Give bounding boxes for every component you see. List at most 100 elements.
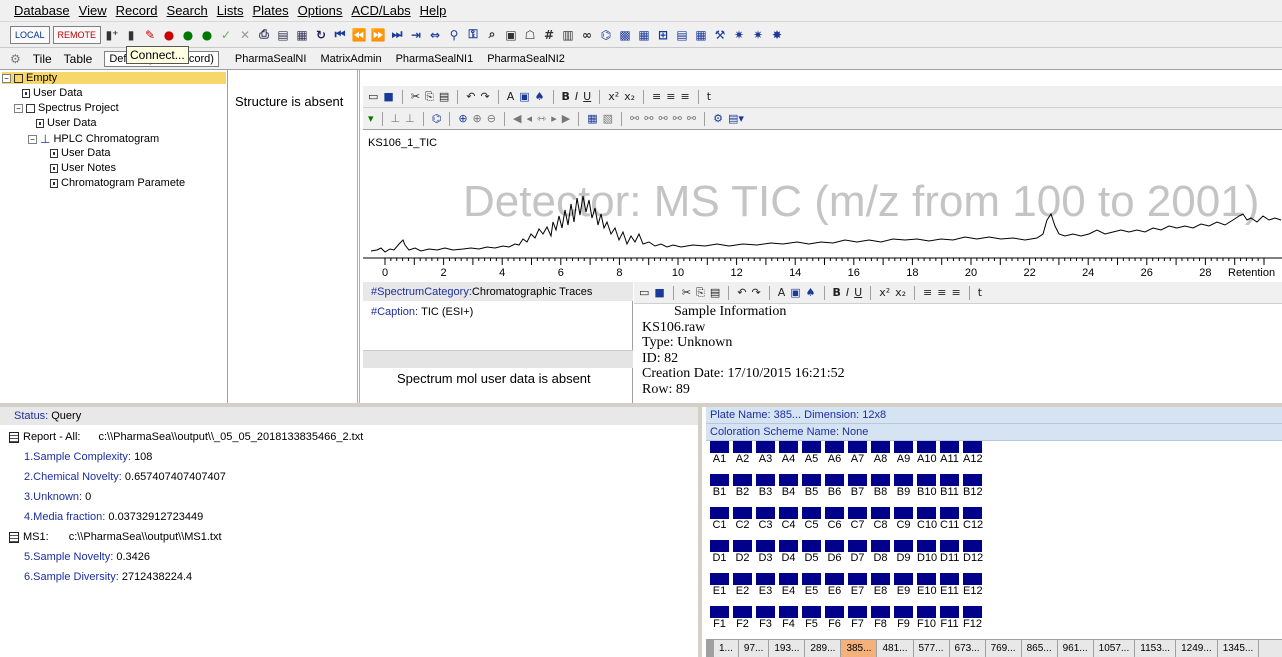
zoom-out-icon[interactable]: ⊖ [487, 112, 496, 125]
plate-well[interactable]: C8 [871, 507, 890, 531]
plate-well[interactable]: D10 [917, 540, 937, 564]
scroll-left-icon[interactable]: ◂ [526, 112, 532, 125]
align-right-icon[interactable]: ≡ [680, 90, 689, 103]
plate-well[interactable]: C1 [710, 507, 729, 531]
plate-page-tab[interactable]: 769... [986, 640, 1022, 657]
plate-well[interactable]: E6 [825, 573, 844, 597]
plate-well[interactable]: B10 [917, 474, 937, 498]
menu-options[interactable]: Options [298, 3, 343, 18]
menu-record[interactable]: Record [116, 3, 158, 18]
plate-well[interactable]: E9 [894, 573, 913, 597]
menu-search[interactable]: Search [167, 3, 208, 18]
underline-icon[interactable]: U [583, 90, 591, 103]
tree-node-root[interactable]: − Empty [2, 72, 226, 84]
image-icon[interactable]: ▩ [617, 27, 633, 43]
copy-record-icon[interactable]: ▮ [123, 27, 139, 43]
plate-well[interactable]: E3 [756, 573, 775, 597]
filter-icon[interactable]: ⚲ [446, 27, 462, 43]
plate-well[interactable]: A5 [802, 441, 821, 465]
plate-well[interactable]: F5 [802, 606, 821, 630]
form-icon[interactable]: ▦ [693, 27, 709, 43]
align-right-icon[interactable]: ≡ [951, 286, 960, 299]
report-all-row[interactable]: Report - All: c:\\PharmaSea\\output\\_05… [0, 431, 363, 443]
edit-record-icon[interactable]: ✎ [142, 27, 158, 43]
export-icon[interactable]: ▦ [294, 27, 310, 43]
plate-well[interactable]: E8 [871, 573, 890, 597]
report-item-chemical-novelty[interactable]: 2.Chemical Novelty: 0.657407407407407 [24, 471, 226, 483]
scroll-right-icon[interactable]: ▸ [551, 112, 557, 125]
plate-well[interactable]: D12 [963, 540, 983, 564]
cancel-icon[interactable]: ✕ [237, 27, 253, 43]
insert-icon[interactable]: ▣ [519, 90, 529, 103]
bold-icon[interactable]: B [833, 286, 841, 299]
underline-icon[interactable]: U [854, 286, 862, 299]
format-icon[interactable]: t [978, 286, 982, 299]
form-tab-pharmasealni[interactable]: PharmaSealNI [235, 53, 307, 65]
menu-plates[interactable]: Plates [252, 3, 288, 18]
plate-page-tab[interactable]: 865... [1022, 640, 1058, 657]
plate-page-tab[interactable]: 1057... [1094, 640, 1136, 657]
tab-tile[interactable]: Tile [33, 52, 52, 66]
plate-well[interactable]: D11 [940, 540, 959, 564]
tree-node-chromatogram-parameters[interactable]: Chromatogram Paramete [50, 177, 185, 189]
plate-well[interactable]: A3 [756, 441, 775, 465]
font-icon[interactable]: A [778, 286, 786, 299]
plate-well[interactable]: F6 [825, 606, 844, 630]
structure-icon[interactable]: ⌬ [598, 27, 614, 43]
new-record-icon[interactable]: ▮⁺ [104, 27, 120, 43]
view-icon[interactable]: ⚙ [10, 52, 21, 66]
hash-icon[interactable]: # [541, 27, 557, 43]
plate-well[interactable]: E5 [802, 573, 821, 597]
plate-well[interactable]: F1 [710, 606, 729, 630]
fragment-2-icon[interactable]: ⚯ [644, 112, 653, 125]
cut-icon[interactable]: ✂ [411, 90, 420, 103]
chart-icon[interactable]: ⊞ [655, 27, 671, 43]
peak-pick-icon[interactable]: ⊥ [391, 112, 401, 125]
plate-well[interactable]: E1 [710, 573, 729, 597]
bold-icon[interactable]: B [562, 90, 570, 103]
plate-well[interactable]: D5 [802, 540, 821, 564]
plate-well[interactable]: D6 [825, 540, 844, 564]
format-icon[interactable]: t [707, 90, 711, 103]
plate-well[interactable]: B4 [779, 474, 798, 498]
fragment-icon[interactable]: ⚯ [630, 112, 639, 125]
plate-well[interactable]: C12 [963, 507, 983, 531]
plate-icon[interactable]: ▦ [636, 27, 652, 43]
find-icon[interactable]: ⌕ [484, 27, 500, 43]
plate-well[interactable]: A11 [940, 441, 959, 465]
spectrum-options-icon[interactable]: ▾ [368, 112, 374, 125]
plate-well[interactable]: B3 [756, 474, 775, 498]
query-icon[interactable]: ⚿ [465, 27, 481, 43]
plate-well[interactable]: B2 [733, 474, 752, 498]
fragment-4-icon[interactable]: ⚯ [673, 112, 682, 125]
plate-well[interactable]: A10 [917, 441, 937, 465]
next-page-icon[interactable]: ⏩ [370, 27, 386, 43]
scroll-left-end-icon[interactable]: ◀ [513, 112, 521, 125]
settings-icon[interactable]: ⚙ [713, 112, 723, 125]
plate-well[interactable]: C3 [756, 507, 775, 531]
tree-node-project-user-data[interactable]: User Data [36, 117, 97, 129]
property-caption[interactable]: #Caption: TIC (ESI+) [363, 302, 633, 321]
collapse-icon[interactable]: − [14, 103, 23, 113]
plate-well[interactable]: D9 [894, 540, 913, 564]
plate-well[interactable]: A9 [894, 441, 913, 465]
form-tab-matrixadmin[interactable]: MatrixAdmin [320, 53, 381, 65]
paste-icon[interactable]: ▤ [439, 90, 449, 103]
save-icon[interactable]: ■ [654, 286, 664, 299]
tab-table[interactable]: Table [64, 52, 93, 66]
collapse-icon[interactable]: − [2, 73, 11, 83]
plate-well[interactable]: F12 [963, 606, 982, 630]
plate-well[interactable]: D1 [710, 540, 729, 564]
menu-lists[interactable]: Lists [217, 3, 244, 18]
plate-well[interactable]: F8 [871, 606, 890, 630]
fragment-3-icon[interactable]: ⚯ [658, 112, 667, 125]
property-category[interactable]: #SpectrumCategory: Chromatographic Trace… [363, 282, 633, 301]
plate-well[interactable]: B8 [871, 474, 890, 498]
zoom-in-icon[interactable]: ⊕ [473, 112, 482, 125]
report-item-sample-novelty[interactable]: 5.Sample Novelty: 0.3426 [24, 551, 150, 563]
redo-icon[interactable]: ↷ [480, 90, 489, 103]
plate-well[interactable]: D7 [848, 540, 867, 564]
preview-icon[interactable]: ▤ [275, 27, 291, 43]
copy-icon[interactable]: ⎘ [696, 286, 705, 300]
plate-well[interactable]: A1 [710, 441, 729, 465]
